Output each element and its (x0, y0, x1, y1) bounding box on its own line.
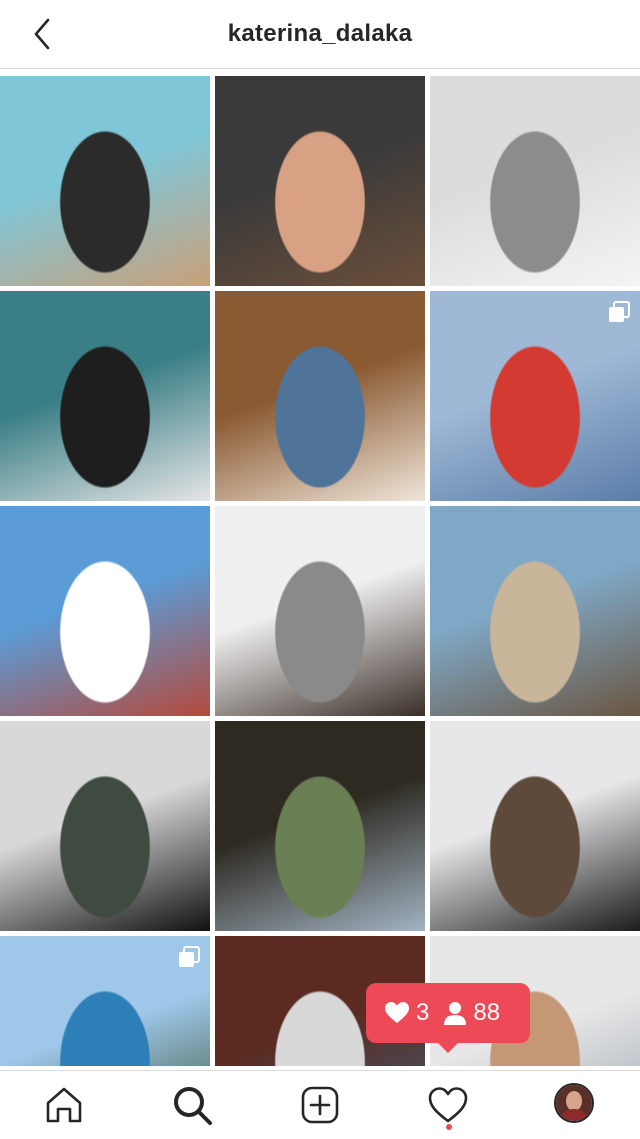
post-thumbnail[interactable] (430, 721, 640, 931)
multiple-photos-icon (179, 946, 200, 967)
post-thumbnail[interactable] (215, 721, 425, 931)
heart-icon (385, 1002, 409, 1023)
likes-count: 3 (416, 999, 430, 1026)
top-bar: katerina_dalaka (0, 0, 640, 69)
tab-home[interactable] (42, 1083, 86, 1127)
home-icon (46, 1087, 82, 1123)
post-thumbnail[interactable] (430, 76, 640, 286)
followers-count: 88 (473, 999, 501, 1026)
activity-heart-icon (428, 1087, 468, 1123)
post-thumbnail[interactable] (0, 936, 210, 1066)
tab-search[interactable] (170, 1083, 214, 1127)
multiple-photos-icon (609, 301, 630, 322)
activity-indicator-dot (446, 1124, 452, 1130)
bubble-tail (436, 1041, 460, 1053)
tab-activity[interactable] (426, 1083, 470, 1127)
tab-new-post[interactable] (298, 1083, 342, 1127)
activity-notification-bubble[interactable]: 3 88 (366, 983, 530, 1053)
post-thumbnail[interactable] (0, 721, 210, 931)
profile-avatar-image (556, 1085, 592, 1121)
post-thumbnail[interactable] (0, 291, 210, 501)
post-thumbnail[interactable] (215, 76, 425, 286)
avatar (554, 1083, 594, 1123)
tab-profile[interactable] (554, 1083, 598, 1127)
page-title: katerina_dalaka (227, 20, 413, 47)
search-icon (174, 1087, 212, 1125)
post-thumbnail[interactable] (215, 291, 425, 501)
post-grid (0, 76, 640, 1066)
post-thumbnail[interactable] (0, 506, 210, 716)
post-thumbnail[interactable] (0, 76, 210, 286)
post-thumbnail[interactable] (430, 291, 640, 501)
add-post-icon (301, 1086, 339, 1124)
notification-content: 3 88 (384, 999, 514, 1027)
post-thumbnail[interactable] (215, 506, 425, 716)
person-icon (444, 1002, 467, 1025)
post-thumbnail[interactable] (430, 506, 640, 716)
bottom-tab-bar (0, 1070, 640, 1139)
